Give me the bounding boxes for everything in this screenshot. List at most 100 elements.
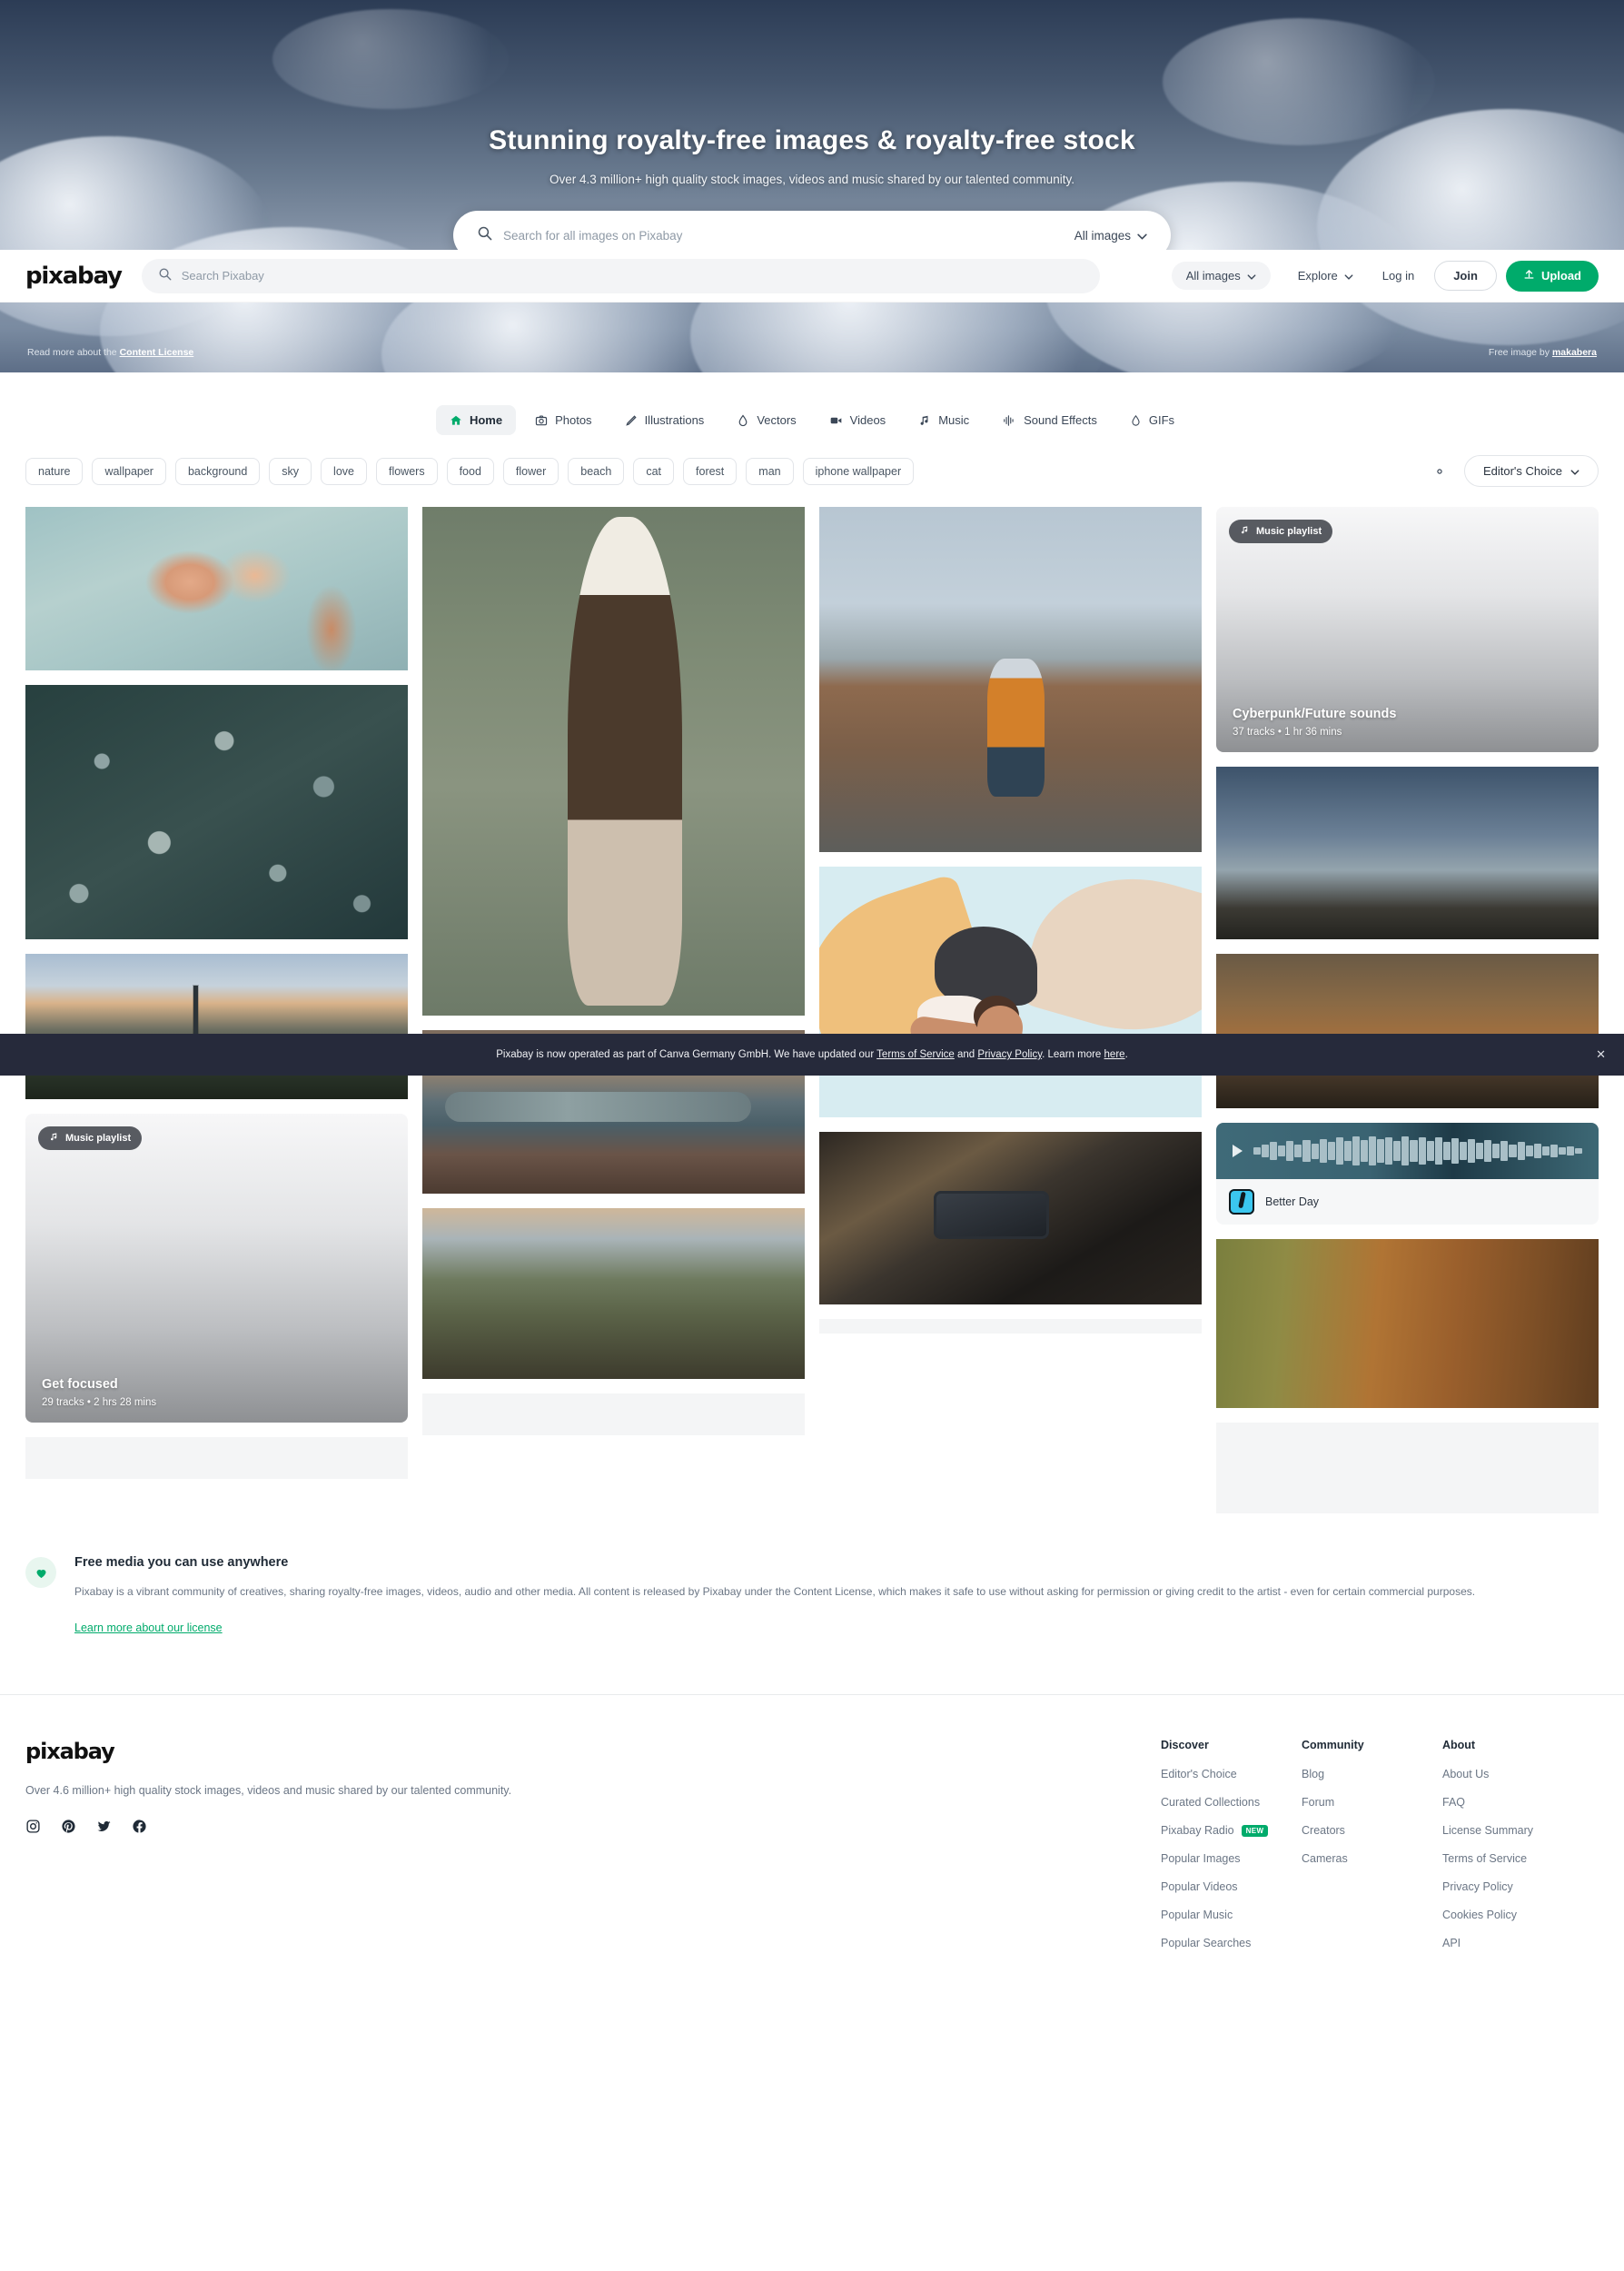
footer-link-popular-images[interactable]: Popular Images [1161, 1852, 1302, 1865]
nav-search-bar[interactable]: Search Pixabay [141, 258, 1100, 293]
footer-link-pixabay-radio[interactable]: Pixabay Radio NEW [1161, 1824, 1302, 1837]
footer-link-label: Blog [1302, 1768, 1325, 1780]
footer-link-columns: Discover Editor's Choice Curated Collect… [1161, 1739, 1599, 1965]
license-learn-more-link[interactable]: Learn more about our license [74, 1621, 223, 1634]
footer-link-editors-choice[interactable]: Editor's Choice [1161, 1768, 1302, 1780]
playlist-subtitle: 37 tracks • 1 hr 36 mins [1233, 727, 1396, 738]
media-tile-placeholder-3[interactable] [819, 1319, 1202, 1334]
terms-of-service-link[interactable]: Terms of Service [876, 1049, 955, 1060]
waveform-icon [1253, 1136, 1583, 1166]
chip-love[interactable]: love [321, 457, 367, 485]
audio-artwork-thumbnail [1229, 1189, 1254, 1215]
media-tile-playlist-get-focused[interactable]: Music playlist Get focused 29 tracks • 2… [25, 1114, 408, 1423]
hero-banner: Stunning royalty-free images & royalty-f… [0, 0, 1624, 372]
hero-media-filter-dropdown[interactable]: All images [1074, 229, 1147, 243]
join-button[interactable]: Join [1434, 261, 1497, 291]
footer-link-cookies-policy[interactable]: Cookies Policy [1442, 1909, 1583, 1921]
footer-pixabay-logo[interactable]: pixabay [25, 1739, 1161, 1764]
nav-media-filter-dropdown[interactable]: All images [1171, 262, 1271, 290]
grid-column-3 [819, 507, 1202, 1334]
footer-link-popular-videos[interactable]: Popular Videos [1161, 1880, 1302, 1893]
media-tile-valley[interactable] [422, 1208, 805, 1379]
instagram-icon[interactable] [25, 1819, 41, 1834]
media-tile-gravel[interactable] [25, 685, 408, 939]
footer-link-privacy-policy[interactable]: Privacy Policy [1442, 1880, 1583, 1893]
chip-background[interactable]: background [174, 457, 261, 485]
twitter-icon[interactable] [96, 1819, 112, 1834]
filter-toolbar: nature wallpaper background sky love flo… [0, 435, 1624, 487]
footer-link-about-us[interactable]: About Us [1442, 1768, 1583, 1780]
sort-dropdown[interactable]: Editor's Choice [1463, 455, 1599, 487]
media-tile-pelican[interactable] [422, 507, 805, 1016]
audio-waveform-player[interactable] [1216, 1123, 1599, 1179]
info-heading: Free media you can use anywhere [74, 1555, 289, 1570]
footer-link-label: Popular Images [1161, 1852, 1241, 1865]
hero-credit-author-link[interactable]: makabera [1552, 347, 1597, 358]
media-tile-cliff-sky[interactable] [1216, 767, 1599, 939]
media-tile-ploughed-field[interactable] [1216, 1239, 1599, 1408]
upload-button[interactable]: Upload [1505, 260, 1599, 292]
media-tile-placeholder-2[interactable] [422, 1393, 805, 1435]
content-license-note: Read more about the Content License [27, 347, 193, 358]
hero-search-input[interactable]: Search for all images on Pixabay [503, 229, 1074, 243]
content-license-link[interactable]: Content License [120, 347, 194, 358]
media-tile-child-viewpoint[interactable] [819, 507, 1202, 852]
media-tile-watch[interactable] [819, 1132, 1202, 1304]
media-tile-placeholder-1[interactable] [25, 1437, 408, 1479]
tab-music[interactable]: Music [905, 405, 983, 435]
chip-cat[interactable]: cat [633, 457, 675, 485]
tab-illustrations[interactable]: Illustrations [611, 405, 718, 435]
footer-column-about: About About Us FAQ License Summary Terms… [1442, 1739, 1583, 1965]
chip-flowers[interactable]: flowers [375, 457, 438, 485]
media-tile-audio-better-day[interactable]: Better Day [1216, 1123, 1599, 1225]
footer-brand-block: pixabay Over 4.6 million+ high quality s… [25, 1739, 1161, 1965]
playlist-track-count: 37 tracks [1233, 727, 1275, 738]
chip-wallpaper[interactable]: wallpaper [92, 457, 166, 485]
footer-link-popular-music[interactable]: Popular Music [1161, 1909, 1302, 1921]
chip-flower[interactable]: flower [502, 457, 559, 485]
pinterest-icon[interactable] [61, 1819, 76, 1834]
privacy-policy-link[interactable]: Privacy Policy [977, 1049, 1042, 1060]
tab-photos[interactable]: Photos [521, 405, 605, 435]
footer-link-license-summary[interactable]: License Summary [1442, 1824, 1583, 1837]
chip-food[interactable]: food [446, 457, 494, 485]
login-link[interactable]: Log in [1368, 262, 1429, 290]
tab-videos[interactable]: Videos [816, 405, 900, 435]
nav-explore-dropdown[interactable]: Explore [1283, 262, 1368, 290]
learn-more-link[interactable]: here [1104, 1049, 1125, 1060]
chip-man[interactable]: man [746, 457, 794, 485]
chip-nature[interactable]: nature [25, 457, 84, 485]
footer-link-popular-searches[interactable]: Popular Searches [1161, 1937, 1302, 1949]
chip-forest[interactable]: forest [683, 457, 738, 485]
tab-sound-effects[interactable]: Sound Effects [988, 405, 1111, 435]
footer-link-faq[interactable]: FAQ [1442, 1796, 1583, 1809]
footer-link-curated-collections[interactable]: Curated Collections [1161, 1796, 1302, 1809]
tab-gifs[interactable]: GIFs [1116, 405, 1188, 435]
chip-sky[interactable]: sky [269, 457, 312, 485]
media-tile-playlist-cyberpunk[interactable]: Music playlist Cyberpunk/Future sounds 3… [1216, 507, 1599, 752]
play-icon[interactable] [1233, 1145, 1243, 1157]
media-results-grid: Music playlist Get focused 29 tracks • 2… [0, 487, 1624, 1513]
footer-link-cameras[interactable]: Cameras [1302, 1852, 1442, 1865]
media-tile-hydrangea[interactable] [25, 507, 408, 670]
facebook-icon[interactable] [132, 1819, 147, 1834]
nav-search-input[interactable]: Search Pixabay [182, 269, 264, 283]
footer-link-api[interactable]: API [1442, 1937, 1583, 1949]
chip-iphone-wallpaper[interactable]: iphone wallpaper [802, 457, 915, 485]
media-tile-yoga-illustration[interactable] [819, 867, 1202, 1117]
media-tile-mountain-ridge[interactable] [1216, 954, 1599, 1108]
chip-beach[interactable]: beach [568, 457, 625, 485]
footer-link-forum[interactable]: Forum [1302, 1796, 1442, 1809]
hero-image-credit: Free image by makabera [1489, 347, 1597, 358]
media-tile-city-skyline[interactable] [25, 954, 408, 1099]
footer-link-creators[interactable]: Creators [1302, 1824, 1442, 1837]
tab-home[interactable]: Home [435, 405, 517, 435]
gear-icon[interactable] [1431, 463, 1448, 480]
tab-vectors[interactable]: Vectors [723, 405, 809, 435]
footer-link-terms-of-service[interactable]: Terms of Service [1442, 1852, 1583, 1865]
footer-link-blog[interactable]: Blog [1302, 1768, 1442, 1780]
close-icon[interactable]: ✕ [1596, 1047, 1606, 1062]
pixabay-logo[interactable]: pixabay [25, 264, 123, 288]
media-tile-placeholder-4[interactable] [1216, 1423, 1599, 1513]
music-note-icon [918, 414, 931, 427]
